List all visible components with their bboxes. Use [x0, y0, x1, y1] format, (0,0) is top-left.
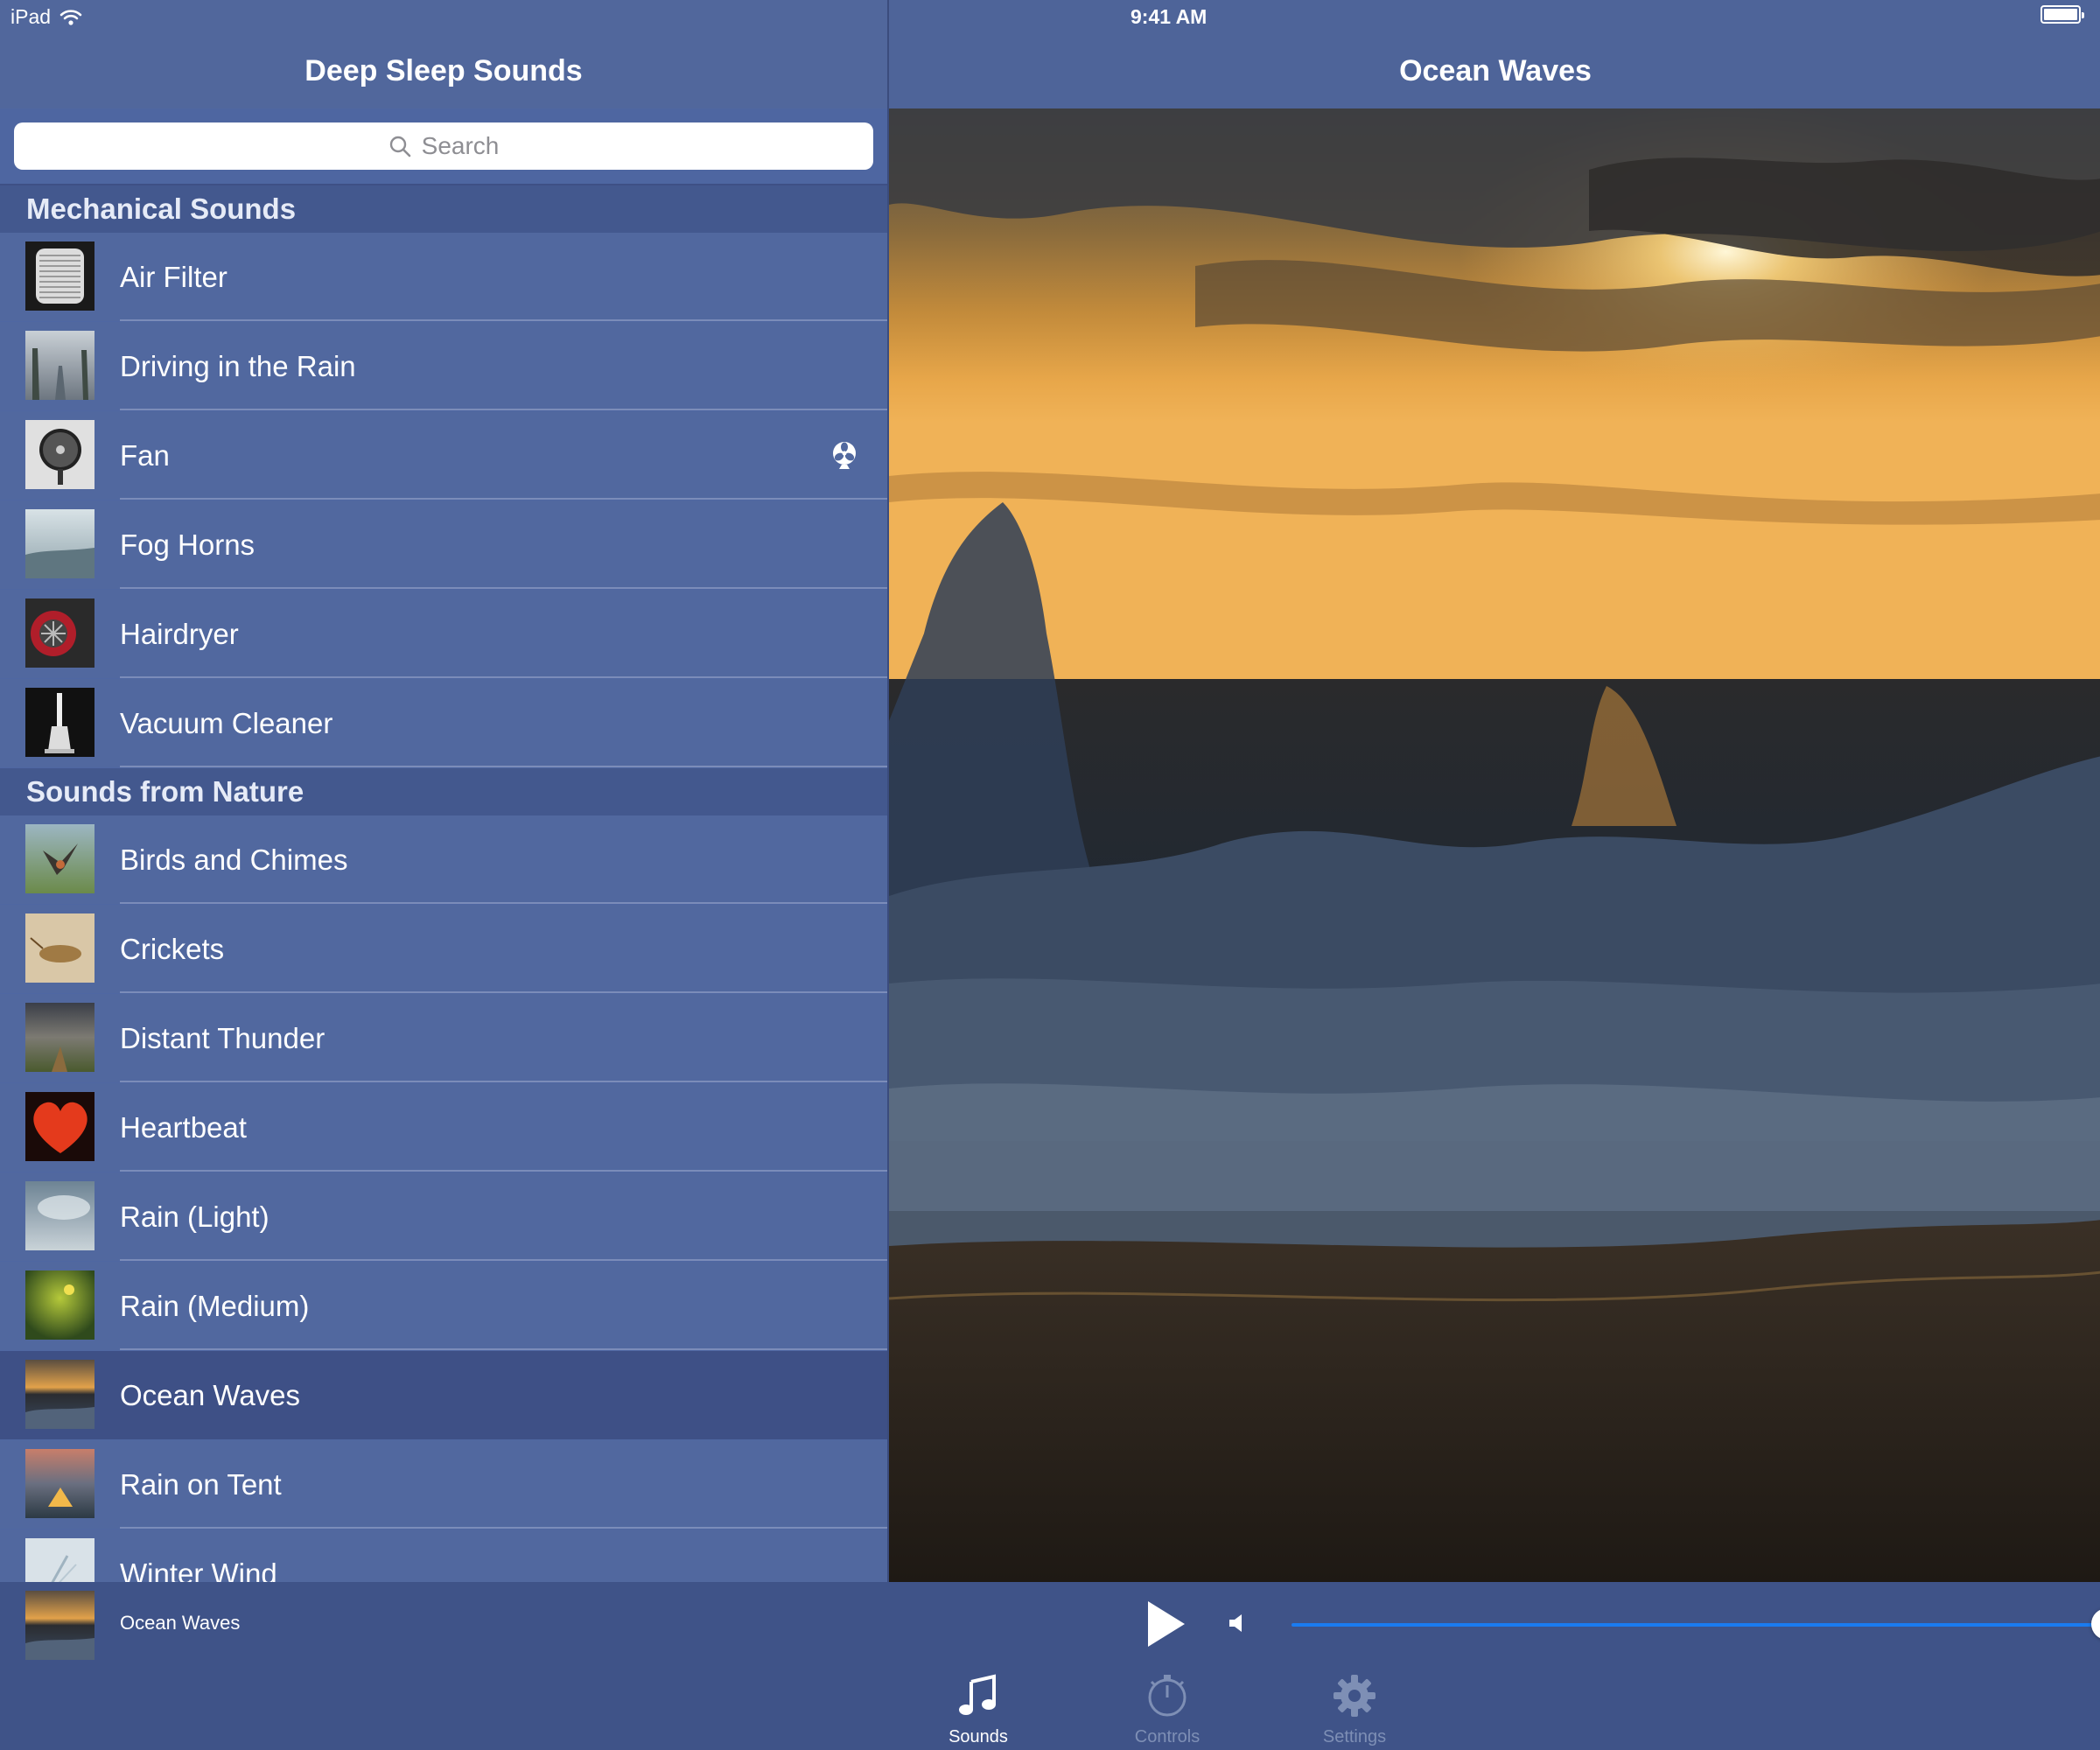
sound-list-item[interactable]: Vacuum Cleaner — [0, 679, 887, 767]
sound-label: Fog Horns — [120, 528, 256, 561]
sound-thumbnail — [25, 420, 94, 489]
row-separator — [120, 1348, 887, 1350]
row-separator — [120, 676, 887, 678]
battery-icon — [2040, 5, 2084, 24]
tab-sounds-label: Sounds — [948, 1727, 1008, 1746]
sound-list-item[interactable]: Driving in the Rain — [0, 322, 887, 410]
sound-thumbnail — [25, 1538, 94, 1582]
row-separator — [120, 902, 887, 904]
sound-label: Fan — [120, 439, 170, 472]
detail-title: Ocean Waves — [1399, 54, 1592, 88]
sound-label: Rain (Light) — [120, 1200, 270, 1233]
sound-list-item[interactable]: Heartbeat — [0, 1083, 887, 1172]
sound-thumbnail — [25, 1360, 94, 1429]
sound-thumbnail — [25, 1092, 94, 1161]
carrier-label: iPad — [10, 5, 52, 28]
sound-list-item[interactable]: Birds and Chimes — [0, 816, 887, 904]
search-field[interactable]: Search — [14, 122, 873, 170]
sound-label: Rain on Tent — [120, 1468, 282, 1501]
row-separator — [120, 991, 887, 993]
sound-thumbnail — [25, 1270, 94, 1340]
sound-label: Driving in the Rain — [120, 350, 356, 382]
sound-list-item[interactable]: Crickets — [0, 905, 887, 993]
volume-slider-track[interactable] — [1292, 1623, 2100, 1627]
play-icon — [1148, 1601, 1185, 1647]
search-icon — [389, 136, 410, 158]
sound-list-item[interactable]: Distant Thunder — [0, 994, 887, 1082]
fan-icon — [833, 442, 856, 469]
row-separator — [120, 1170, 887, 1172]
battery-level — [2044, 9, 2077, 20]
sound-list-item[interactable]: Rain (Light) — [0, 1172, 887, 1261]
speaker-icon — [1229, 1614, 1242, 1632]
volume-slider-thumb[interactable] — [2091, 1608, 2100, 1640]
search-bar-container: Search — [0, 108, 887, 186]
status-right — [2040, 5, 2084, 24]
sound-label: Air Filter — [120, 261, 228, 293]
row-separator — [120, 1081, 887, 1082]
sound-label: Winter Wind — [120, 1558, 277, 1582]
stopwatch-icon — [1148, 1675, 1186, 1717]
tab-settings[interactable]: Settings — [1293, 1673, 1416, 1747]
sound-thumbnail — [25, 1181, 94, 1250]
tab-sounds[interactable]: Sounds — [917, 1673, 1040, 1747]
sound-list-item[interactable]: Fan — [0, 411, 887, 500]
sound-thumbnail — [25, 914, 94, 983]
sound-thumbnail — [25, 1003, 94, 1072]
gear-icon — [1334, 1675, 1376, 1717]
sound-label: Rain (Medium) — [120, 1290, 310, 1322]
row-separator — [120, 1259, 887, 1261]
sound-label: Heartbeat — [120, 1111, 247, 1144]
sound-thumbnail — [25, 242, 94, 311]
sound-list-item[interactable]: Air Filter — [0, 233, 887, 321]
sound-label: Birds and Chimes — [120, 844, 348, 876]
sound-list-pane: Deep Sleep Sounds Search Mechanical Soun… — [0, 0, 887, 1582]
sound-artwork-image — [889, 108, 2100, 1582]
sound-label: Crickets — [120, 933, 225, 965]
sound-list-item[interactable]: Rain on Tent — [0, 1440, 887, 1529]
sound-thumbnail — [25, 509, 94, 578]
clock: 9:41 AM — [1130, 5, 1208, 28]
sound-list-item[interactable]: Rain (Medium) — [0, 1262, 887, 1350]
music-note-icon — [959, 1674, 996, 1715]
row-separator — [120, 498, 887, 500]
search-placeholder: Search — [421, 132, 500, 159]
sound-list-item[interactable]: Winter Wind — [0, 1530, 887, 1582]
now-playing-thumbnail — [25, 1591, 94, 1660]
row-separator — [120, 409, 887, 410]
sound-list-item[interactable]: Fog Horns — [0, 500, 887, 589]
master-title: Deep Sleep Sounds — [304, 54, 583, 88]
sound-thumbnail — [25, 824, 94, 893]
play-button[interactable] — [1144, 1600, 1186, 1648]
row-separator — [120, 587, 887, 589]
row-separator — [120, 319, 887, 321]
sound-list-item[interactable]: Ocean Waves — [0, 1351, 887, 1439]
sound-label: Ocean Waves — [120, 1379, 301, 1411]
sound-label: Distant Thunder — [120, 1022, 326, 1054]
section-header: Sounds from Nature — [0, 768, 887, 816]
sound-list-item[interactable]: Hairdryer — [0, 590, 887, 678]
player-bar: Ocean Waves Sounds Controls Settings — [0, 1582, 2100, 1750]
wifi-icon — [60, 9, 82, 25]
tab-controls-label: Controls — [1134, 1727, 1200, 1746]
sound-label: Vacuum Cleaner — [120, 707, 333, 739]
row-separator — [120, 1527, 887, 1529]
status-bar: iPad 9:41 AM — [0, 0, 2100, 35]
sound-thumbnail — [25, 598, 94, 668]
section-header: Mechanical Sounds — [0, 186, 887, 233]
carrier: iPad — [10, 5, 82, 29]
tab-settings-label: Settings — [1322, 1727, 1387, 1746]
sound-thumbnail — [25, 331, 94, 400]
detail-pane: Ocean Waves — [887, 0, 2100, 1582]
now-playing-title: Ocean Waves — [120, 1612, 241, 1634]
sound-thumbnail — [25, 688, 94, 757]
row-separator — [120, 766, 887, 767]
sound-thumbnail — [25, 1449, 94, 1518]
sound-label: Hairdryer — [120, 618, 239, 650]
tab-controls[interactable]: Controls — [1106, 1673, 1228, 1747]
